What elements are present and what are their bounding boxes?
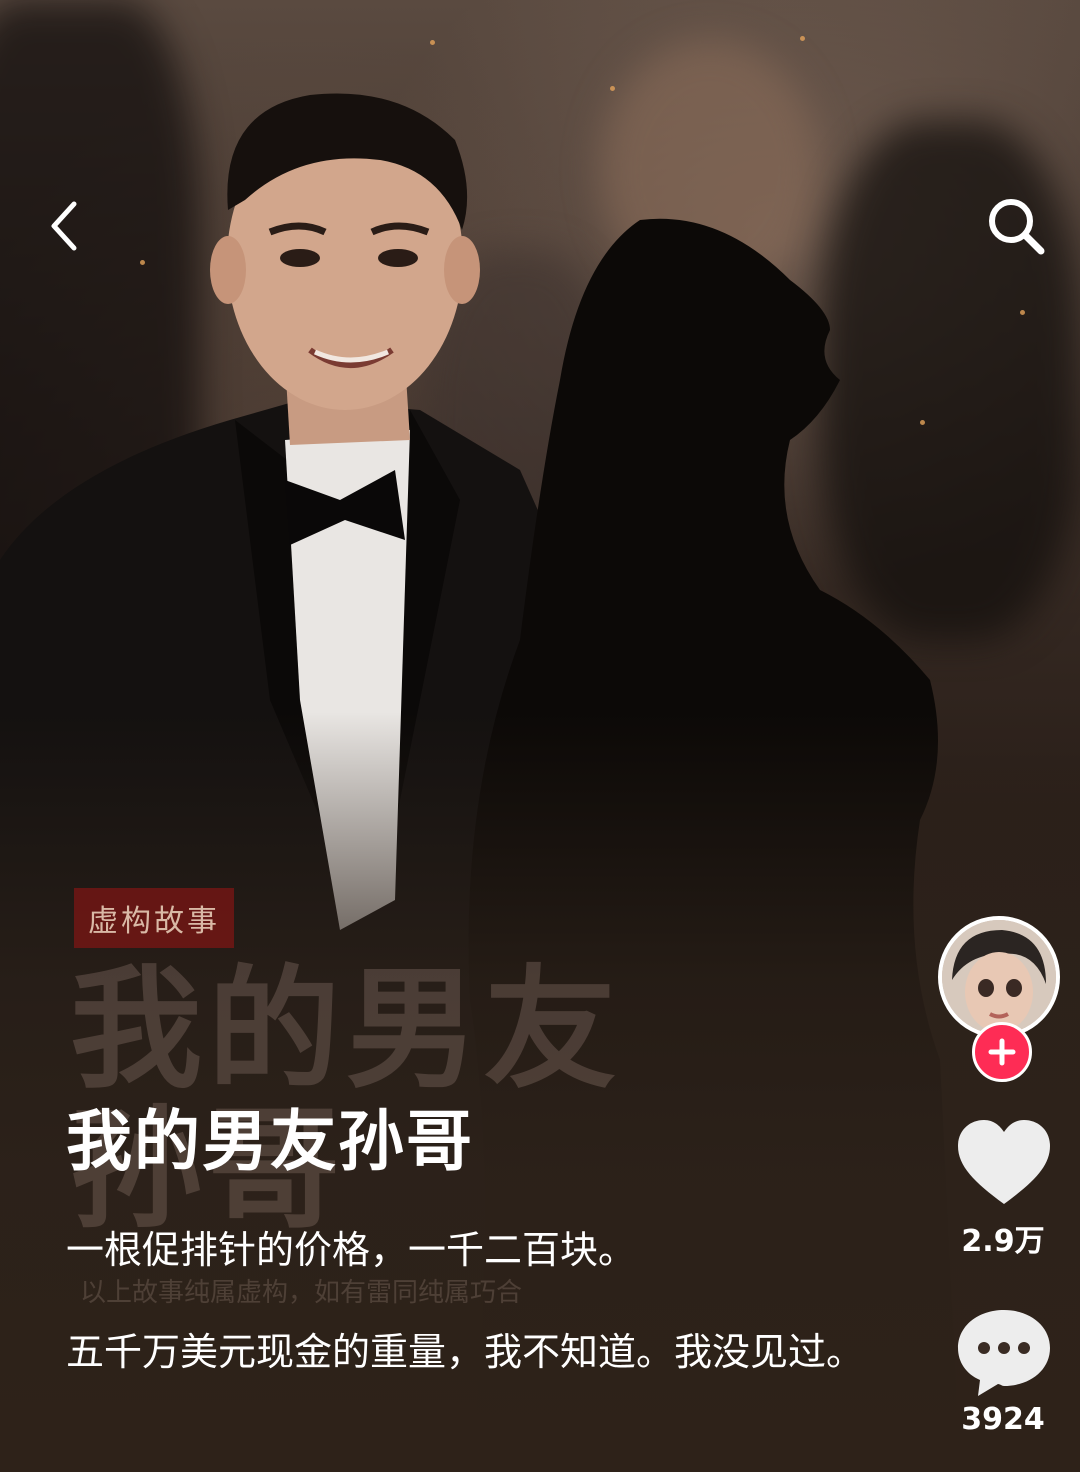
post-text-line: 一根促排针的价格，一千二百块。: [66, 1228, 637, 1272]
comment-bubble-icon: [958, 1310, 1050, 1396]
plus-icon: [988, 1038, 1016, 1066]
chevron-left-icon: [51, 201, 77, 251]
post-text-line: 五千万美元现金的重量，我不知道。我没见过。: [66, 1330, 865, 1374]
like-button[interactable]: [954, 1118, 1054, 1208]
story-screen: 虚构故事 我的男友孙哥 以上故事纯属虚构，如有雷同纯属巧合 我的男友孙哥 一根促…: [0, 0, 1080, 1472]
comment-count: 3924: [961, 1402, 1045, 1437]
comment-button[interactable]: [954, 1306, 1054, 1396]
fiction-tag: 虚构故事: [74, 888, 234, 948]
author-avatar-button[interactable]: [938, 916, 1062, 1082]
search-button[interactable]: [980, 190, 1052, 262]
back-button[interactable]: [28, 190, 100, 262]
avatar: [938, 916, 1060, 1038]
like-count: 2.9万: [961, 1224, 1045, 1259]
search-icon: [989, 199, 1045, 255]
heart-icon: [958, 1120, 1050, 1204]
follow-button[interactable]: [972, 1022, 1032, 1082]
post-title: 我的男友孙哥: [66, 1103, 474, 1180]
